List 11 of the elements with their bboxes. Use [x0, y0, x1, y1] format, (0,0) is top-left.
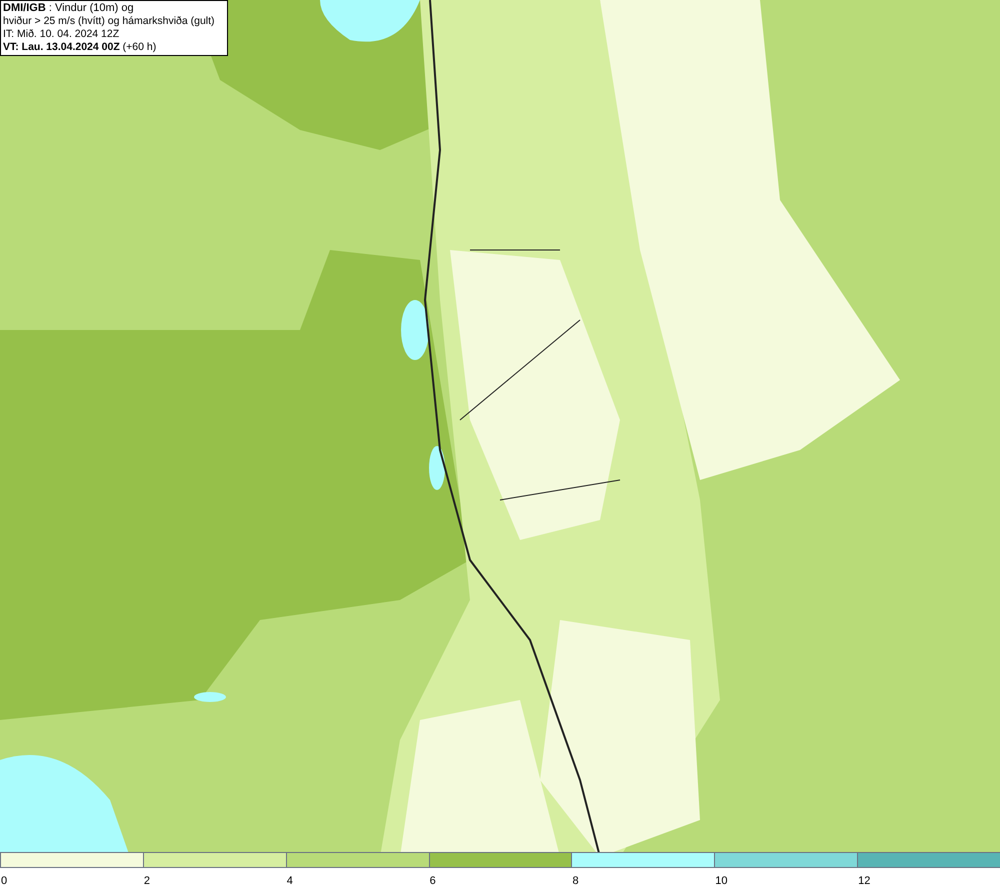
map-subtitle: IT: Mið. 10. 04. 2024 12Z [3, 28, 120, 41]
map-title: DMI/IGB : Vindur (10m) og [3, 2, 135, 15]
legend-label: 2 [142, 875, 150, 887]
legend-label: 4 [286, 875, 293, 887]
legend-label: 10 [714, 875, 728, 887]
legend-label: 12 [857, 875, 870, 887]
legend-label: 6 [428, 875, 436, 887]
map-subtitle: hviður > 25 m/s (hvítt) og hámarkshviða (gult) [3, 15, 216, 28]
legend-label: 8 [571, 875, 579, 887]
legend-label: 0 [0, 875, 8, 887]
map-subtitle: VT: Lau. 13.04.2024 00Z (+60 h) [3, 41, 158, 54]
